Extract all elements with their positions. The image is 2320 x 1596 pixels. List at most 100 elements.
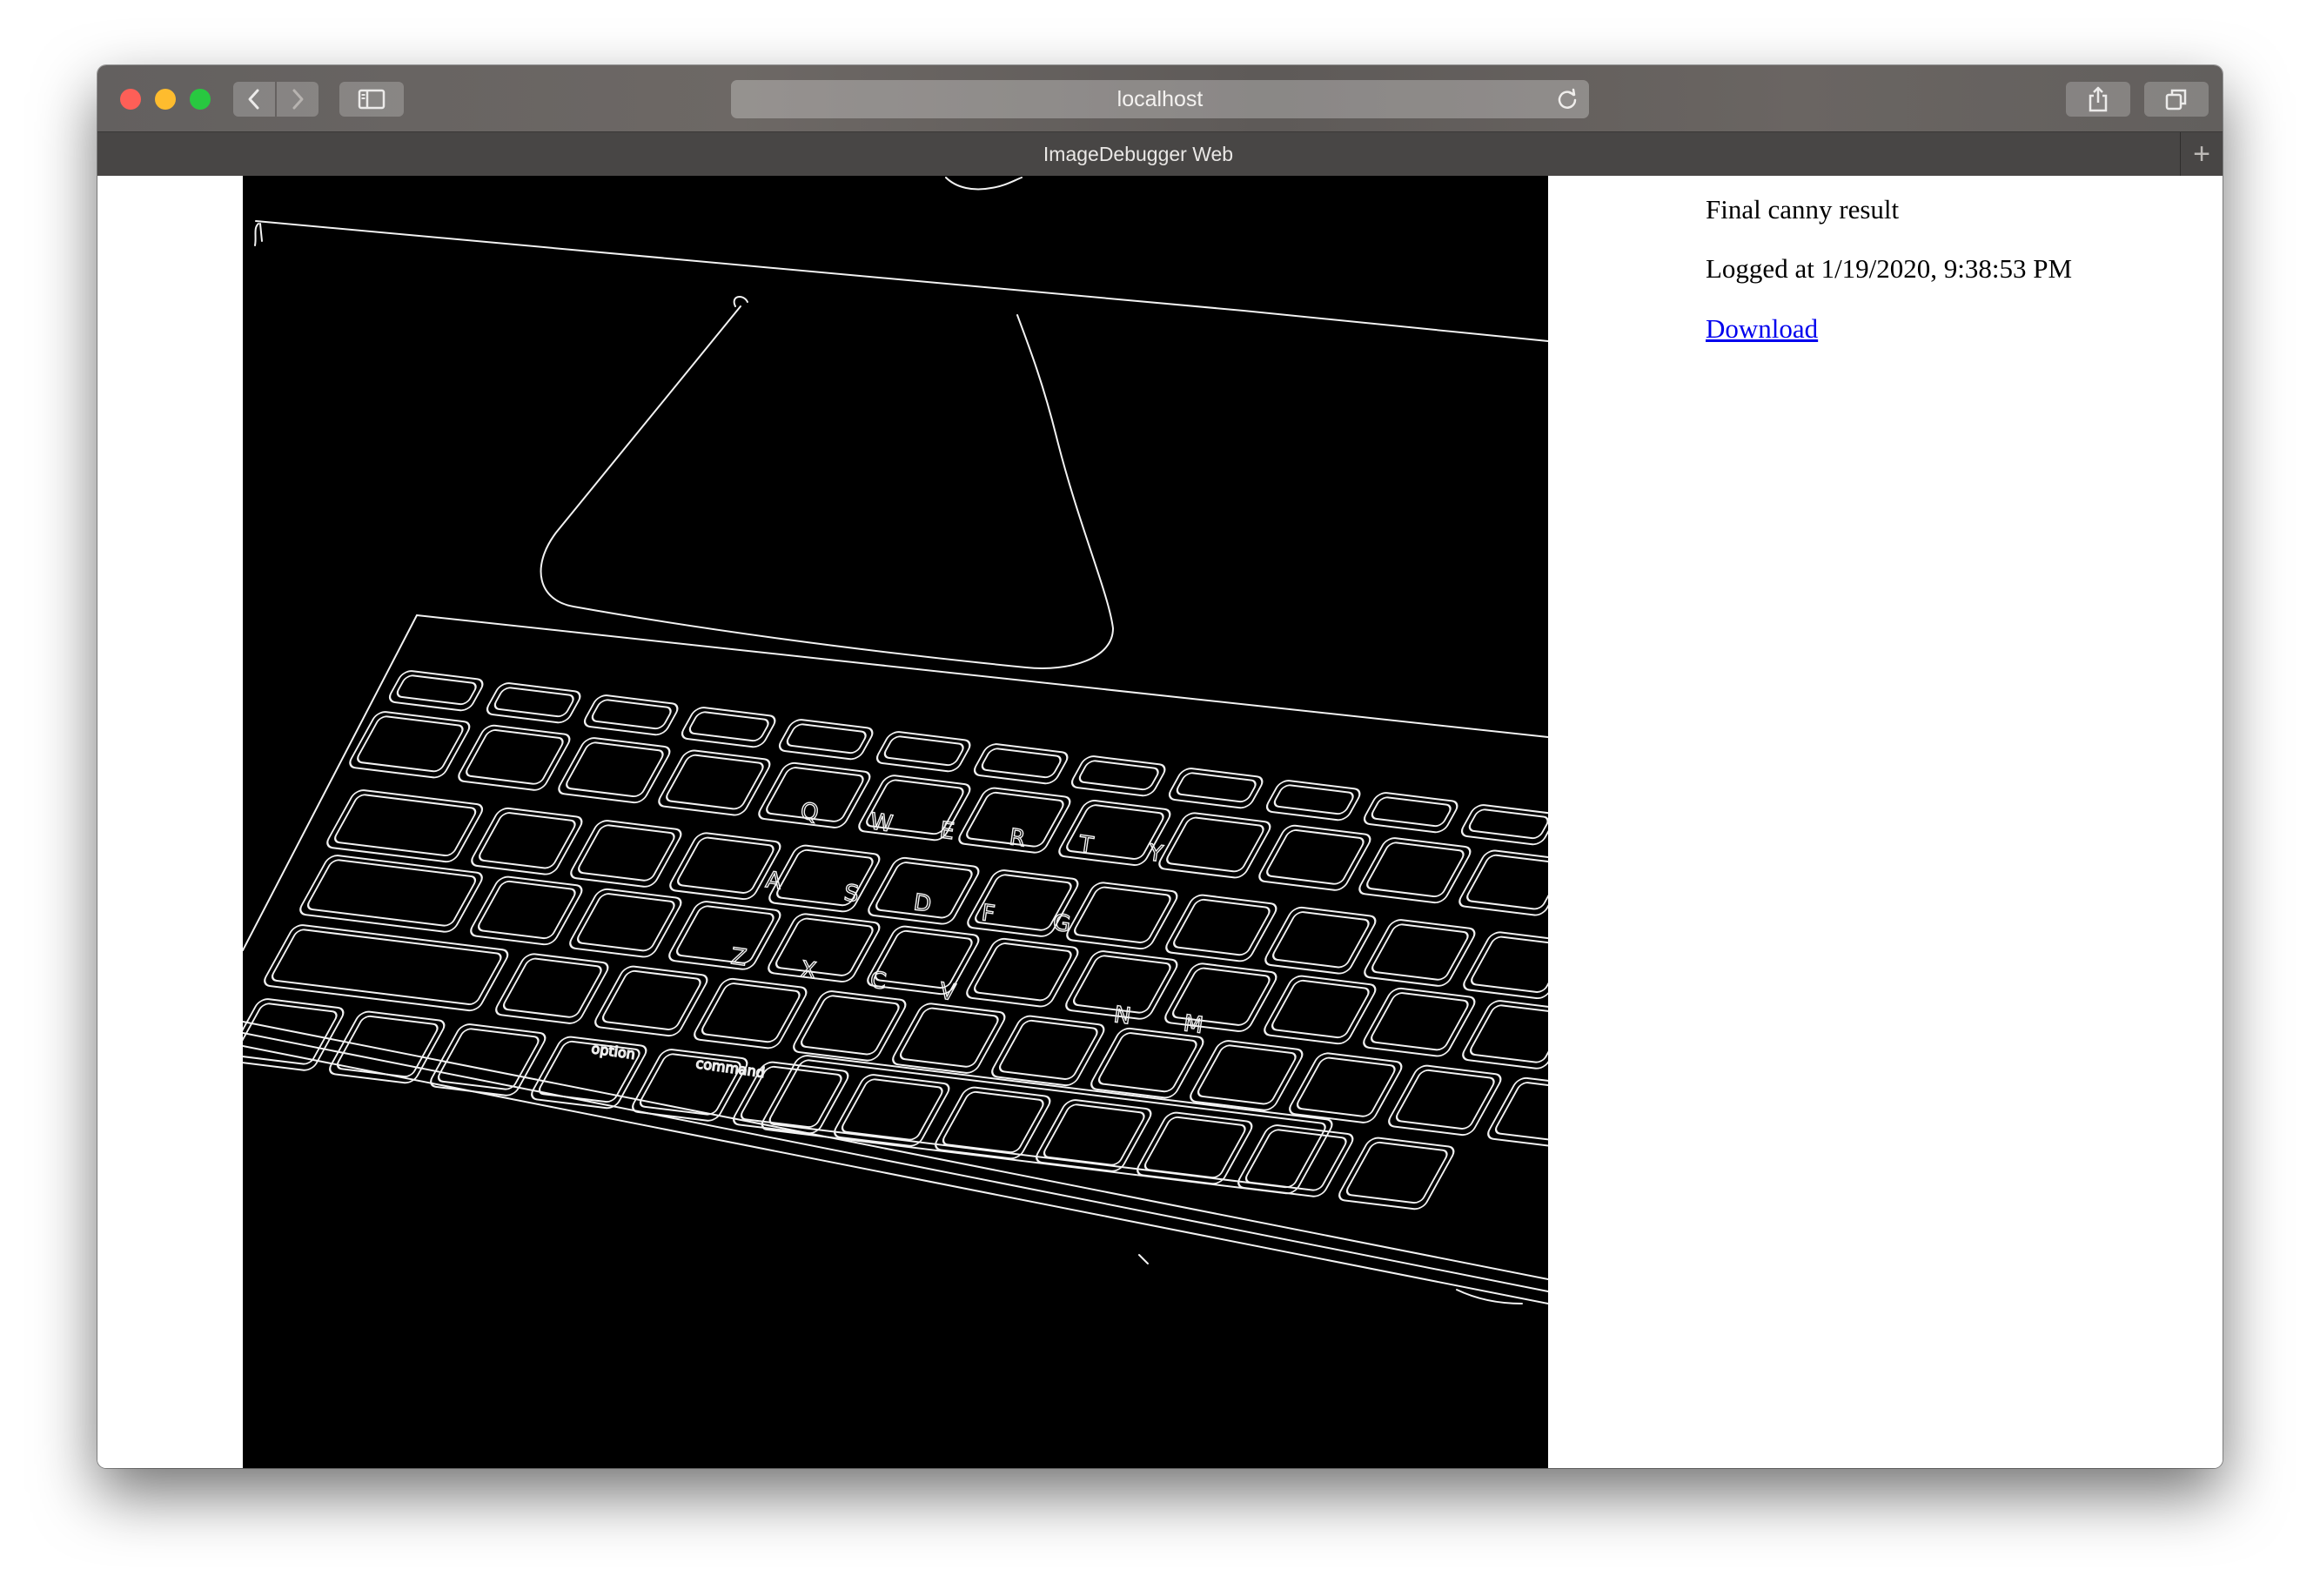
sidebar-toggle-button[interactable] [339, 82, 404, 117]
keycap-outline [1338, 1137, 1455, 1210]
keycap-outline [694, 977, 808, 1049]
keycap-outline [243, 998, 345, 1071]
keycap-outline [1462, 1000, 1548, 1070]
keycap-outline [583, 694, 679, 736]
forward-button[interactable] [277, 82, 318, 117]
keycap-outline [1258, 824, 1371, 891]
keycap-outline [1363, 987, 1476, 1057]
maximize-window-button[interactable] [190, 89, 211, 110]
chevron-right-icon [292, 89, 304, 110]
keycap-outline [1158, 812, 1271, 879]
keycap-outline [1265, 780, 1361, 821]
logged-timestamp: Logged at 1/19/2020, 9:38:53 PM [1706, 253, 2073, 284]
keycap-outline [935, 1086, 1051, 1160]
keycap-outline [1168, 768, 1264, 809]
keycap-outline [892, 1003, 1006, 1074]
keycap-label: R [1008, 824, 1027, 852]
keycap-outline [1264, 906, 1377, 975]
keycap-label: X [799, 956, 818, 984]
back-button[interactable] [233, 82, 275, 117]
share-button[interactable] [2066, 82, 2130, 117]
keycap-label: S [842, 880, 861, 908]
result-title: Final canny result [1706, 194, 1900, 225]
keycap-outline [1165, 894, 1277, 962]
keycap-outline [1164, 962, 1277, 1032]
keycap-outline [1264, 975, 1377, 1045]
keycap-outline [495, 953, 609, 1024]
keycap-outline [1487, 1076, 1548, 1149]
keycap-outline [1463, 931, 1548, 1000]
keycap-outline [569, 888, 682, 958]
sidebar-icon [358, 89, 386, 110]
keycap-label: C [868, 967, 888, 995]
keycap-outline [471, 807, 583, 875]
keycap-outline [668, 901, 781, 970]
keycap-outline [1070, 755, 1166, 797]
canny-result-image: Q W E R T Y A S D F G Z X C V N Moption command [243, 176, 1548, 1468]
keycap-outline [1358, 837, 1472, 904]
tab-overview-button[interactable] [2144, 82, 2209, 117]
keycap-label: G [1051, 909, 1072, 938]
keycap-label: command [694, 1055, 766, 1081]
browser-window: localhost ImageDebugger Web + Q W E R T … [97, 65, 2223, 1468]
keycap-outline [1364, 919, 1476, 987]
chevron-left-icon [248, 89, 259, 110]
tab-active[interactable]: ImageDebugger Web [97, 132, 2179, 176]
new-tab-button[interactable]: + [2180, 132, 2223, 176]
keycap-outline [681, 707, 776, 748]
keycap-outline [1363, 792, 1458, 834]
keycap-outline [1289, 1052, 1403, 1123]
keycap-outline [486, 682, 581, 724]
keycap-label: Z [729, 943, 748, 971]
keycap-outline [793, 990, 907, 1062]
keycap-outline [1237, 1124, 1354, 1197]
keycap-label: A [764, 867, 783, 895]
keycap-outline [570, 820, 682, 888]
keycap-outline [1066, 882, 1178, 950]
result-info: Final canny result Logged at 1/19/2020, … [1706, 195, 2072, 345]
keycap-outline [1458, 849, 1548, 916]
keycap-label: T [1076, 831, 1095, 859]
keycap-outline [991, 1015, 1105, 1087]
keycap-outline [1036, 1099, 1152, 1172]
keycap-outline [349, 711, 471, 779]
keycap-outline [768, 913, 881, 982]
download-link[interactable]: Download [1706, 313, 1818, 344]
keycap-outline [558, 737, 671, 804]
reload-icon[interactable] [1556, 88, 1579, 111]
keycap-outline [875, 731, 971, 773]
minimize-window-button[interactable] [155, 89, 176, 110]
keycap-outline [966, 937, 1079, 1008]
canny-edge-drawing: Q W E R T YA S D F GZ X C VN Moptioncommand [243, 177, 1548, 1304]
keycap-outline [594, 965, 708, 1037]
tab-bar: ImageDebugger Web + [97, 131, 2223, 177]
address-bar[interactable]: localhost [731, 80, 1589, 118]
keycap-label: Q [799, 798, 820, 827]
keycap-outline [1137, 1111, 1253, 1185]
browser-toolbar: localhost [97, 65, 2223, 131]
keycap-outline [834, 1074, 950, 1147]
keycap-outline [470, 875, 583, 946]
keycap-outline [329, 1010, 446, 1084]
keycap-outline [778, 719, 874, 761]
keycap-label: W [868, 808, 895, 837]
close-window-button[interactable] [120, 89, 141, 110]
keycap-label: M [1182, 1010, 1204, 1039]
keycap-outline [768, 844, 881, 913]
page-content: Q W E R T Y A S D F G Z X C V N Moption command Final can… [97, 176, 2223, 1468]
keycap-outline [264, 924, 509, 1012]
keycap-outline [1090, 1027, 1204, 1099]
keycap-label: V [938, 978, 957, 1006]
address-text: localhost [1116, 86, 1204, 111]
keycap-outline [1460, 804, 1548, 846]
keycap-outline [973, 743, 1069, 785]
plus-icon: + [2193, 137, 2210, 171]
share-icon [2089, 86, 2108, 112]
keycap-outline [458, 724, 571, 791]
keycap-label: D [912, 889, 933, 917]
keycap-outline [1388, 1064, 1502, 1137]
keycap-outline [658, 749, 771, 816]
keycap-outline [326, 789, 484, 863]
keycap-outline [388, 670, 484, 712]
tab-title: ImageDebugger Web [1043, 142, 1234, 165]
